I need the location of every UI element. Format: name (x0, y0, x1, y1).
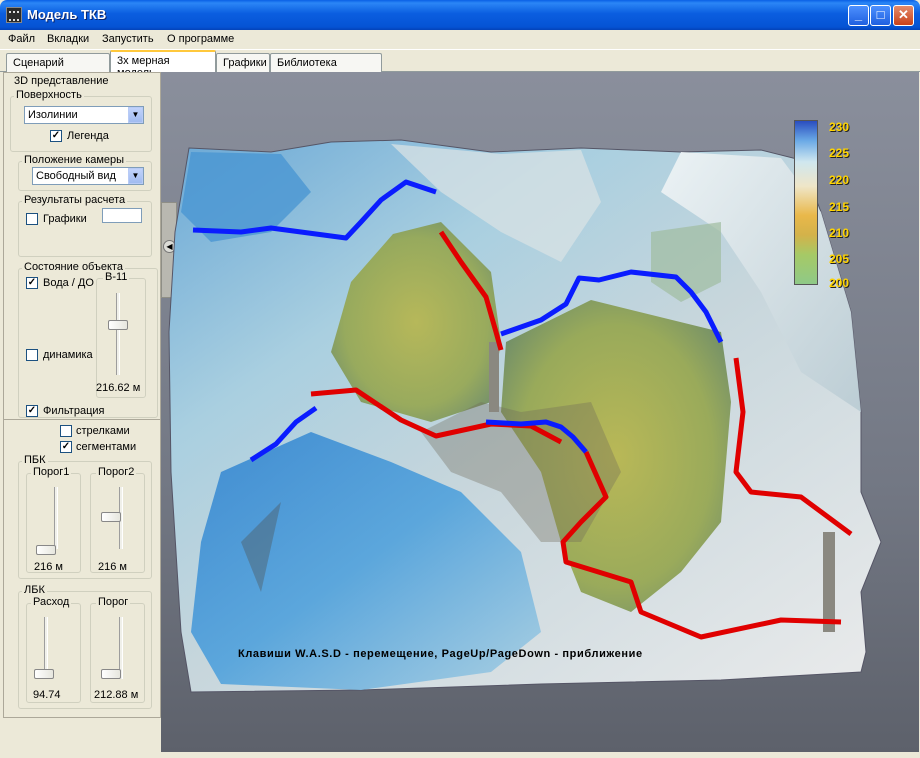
maximize-button[interactable]: □ (870, 5, 891, 26)
lbk-threshold-thumb[interactable] (101, 669, 121, 679)
tab-scenario[interactable]: Сценарий расчета (6, 53, 110, 81)
minimize-button[interactable]: _ (848, 5, 869, 26)
threshold2-thumb[interactable] (101, 512, 121, 522)
surface-selected-value: Изолинии (28, 109, 78, 121)
menu-about[interactable]: О программе (167, 33, 234, 45)
flow-value: 94.74 (33, 689, 61, 701)
slider-b11-value: 216.62 м (96, 382, 141, 394)
tab-strip: Сценарий расчета 3х мерная модель График… (0, 50, 920, 81)
threshold1-value: 216 м (34, 561, 63, 573)
segments-checkbox[interactable]: ✓ (60, 441, 72, 453)
camera-select[interactable]: Свободный вид ▼ (32, 167, 144, 185)
menu-file[interactable]: Файл (8, 33, 35, 45)
water-checkbox[interactable]: ✓ (26, 277, 38, 289)
legend-tick: 200 (829, 276, 850, 290)
dynamics-checkbox-label: динамика (43, 349, 93, 361)
close-button[interactable]: ✕ (893, 5, 914, 26)
legend-checkbox-label: Легенда (67, 130, 109, 142)
flow-frame (26, 603, 81, 703)
arrows-checkbox-label: стрелками (76, 425, 130, 437)
app-icon (6, 7, 22, 23)
surface-label: Поверхность (14, 89, 84, 101)
filtration-checkbox-label: Фильтрация (43, 405, 105, 417)
filtration-checkbox[interactable]: ✓ (26, 405, 38, 417)
tab-data-library[interactable]: Библиотека данных (270, 53, 382, 81)
legend-tick: 230 (829, 120, 850, 134)
tab-graphs[interactable]: Графики (216, 53, 270, 72)
legend-tick: 210 (829, 226, 850, 240)
legend-tick: 205 (829, 252, 850, 266)
threshold1-thumb[interactable] (36, 545, 56, 555)
camera-label: Положение камеры (22, 154, 127, 166)
menu-run[interactable]: Запустить (102, 33, 154, 45)
settings-panel: 3D представление Поверхность Изолинии ▼ … (3, 72, 161, 718)
surface-group (10, 96, 152, 152)
3d-view[interactable]: ◀ 230 225 220 215 210 205 200 Клавиши W.… (161, 72, 919, 752)
dynamics-checkbox[interactable] (26, 349, 38, 361)
legend-tick: 225 (829, 146, 850, 160)
flow-thumb[interactable] (34, 669, 54, 679)
slider-b11-thumb[interactable] (108, 320, 128, 330)
panel-title: 3D представление (12, 75, 111, 87)
water-checkbox-label: Вода / ДО (43, 277, 94, 289)
window-title: Модель ТКВ (27, 7, 107, 22)
slider-b11-label: В-11 (103, 271, 130, 283)
segments-checkbox-label: сегментами (76, 441, 137, 453)
threshold2-label: Порог2 (96, 466, 137, 478)
slider-b11-track[interactable] (116, 293, 120, 375)
navigation-hint: Клавиши W.A.S.D - перемещение, PageUp/Pa… (238, 648, 643, 660)
menu-tabs[interactable]: Вкладки (47, 33, 89, 45)
legend-tick: 220 (829, 173, 850, 187)
lbk-threshold-label: Порог (96, 596, 131, 608)
lbk-threshold-frame (90, 603, 145, 703)
legend-tick: 215 (829, 200, 850, 214)
tab-3d-model[interactable]: 3х мерная модель (110, 50, 216, 79)
lbk-label: ЛБК (22, 584, 47, 596)
threshold1-track[interactable] (54, 487, 58, 549)
threshold2-value: 216 м (98, 561, 127, 573)
pbk-label: ПБК (22, 454, 48, 466)
slider-b11-frame (96, 278, 146, 398)
dam-upper (489, 342, 499, 412)
arrows-checkbox[interactable] (60, 425, 72, 437)
threshold1-label: Порог1 (31, 466, 72, 478)
menu-bar: Файл Вкладки Запустить О программе (0, 30, 920, 50)
graphs-checkbox[interactable] (26, 213, 38, 225)
lbk-threshold-value: 212.88 м (94, 689, 139, 701)
flow-label: Расход (31, 596, 72, 608)
graphs-input[interactable] (102, 208, 142, 223)
graphs-checkbox-label: Графики (43, 213, 87, 225)
threshold2-frame (90, 473, 145, 573)
dam-east (823, 532, 835, 632)
results-label: Результаты расчета (22, 194, 128, 206)
chevron-down-icon[interactable]: ▼ (128, 168, 143, 184)
chevron-down-icon[interactable]: ▼ (128, 107, 143, 123)
title-bar[interactable]: Модель ТКВ _ □ ✕ (0, 0, 920, 30)
surface-select[interactable]: Изолинии ▼ (24, 106, 144, 124)
legend-checkbox[interactable]: ✓ (50, 130, 62, 142)
divider (4, 419, 160, 420)
camera-selected-value: Свободный вид (36, 170, 116, 182)
elevation-legend-bar (794, 120, 818, 285)
